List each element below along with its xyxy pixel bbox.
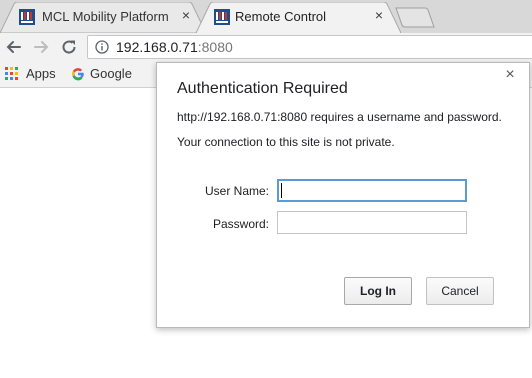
url-port: :8080: [197, 39, 233, 55]
tab-title: Remote Control: [235, 9, 327, 24]
url-text: 192.168.0.71:8080: [116, 39, 233, 56]
tab-mcl-mobility-platform[interactable]: MCL Mobility Platform - ×: [0, 2, 206, 33]
authentication-dialog: × Authentication Required http://192.168…: [156, 62, 530, 328]
browser-toolbar: 192.168.0.71:8080: [0, 33, 532, 61]
tab-remote-control[interactable]: Remote Control ×: [196, 2, 401, 33]
google-g-icon: [72, 68, 84, 81]
mcl-logo-icon: [214, 9, 230, 25]
privacy-warning: Your connection to this site is not priv…: [177, 135, 395, 149]
tab-title: MCL Mobility Platform -: [42, 9, 170, 24]
url-host: 192.168.0.71: [116, 39, 198, 55]
cancel-button[interactable]: Cancel: [426, 277, 494, 305]
password-label: Password:: [212, 217, 269, 231]
address-bar[interactable]: 192.168.0.71:8080: [87, 35, 532, 59]
close-icon[interactable]: ×: [503, 67, 517, 83]
bookmark-label: Google: [90, 66, 132, 81]
log-in-button[interactable]: Log In: [344, 277, 412, 305]
dialog-message: http://192.168.0.71:8080 requires a user…: [177, 110, 502, 124]
tab-close-icon[interactable]: ×: [179, 8, 193, 22]
username-input[interactable]: [277, 179, 467, 202]
forward-arrow-icon[interactable]: [30, 36, 52, 58]
dialog-title: Authentication Required: [177, 80, 348, 97]
mcl-logo-icon: [19, 9, 35, 25]
tab-close-icon[interactable]: ×: [372, 8, 386, 22]
username-label: User Name:: [204, 184, 269, 198]
new-tab-button[interactable]: [395, 7, 435, 28]
text-caret: [281, 183, 282, 198]
reload-icon[interactable]: [58, 36, 80, 58]
bookmark-label: Apps: [26, 66, 56, 81]
tab-strip: MCL Mobility Platform - × Remote Control…: [0, 0, 532, 33]
back-arrow-icon[interactable]: [3, 36, 25, 58]
info-icon[interactable]: [95, 40, 109, 54]
apps-grid-icon: [5, 67, 18, 80]
password-input[interactable]: [277, 211, 467, 234]
